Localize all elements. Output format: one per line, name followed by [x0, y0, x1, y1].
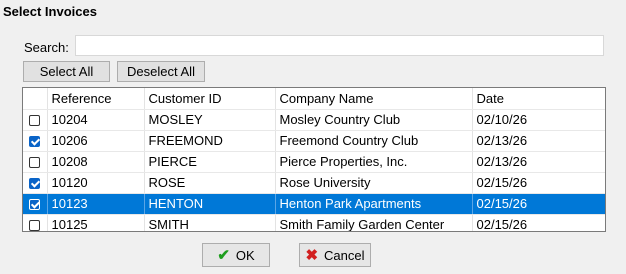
column-header-select[interactable]	[23, 88, 48, 110]
customer-id-cell: PIERCE	[144, 151, 276, 173]
column-header-company-name[interactable]: Company Name	[275, 88, 473, 110]
dialog-title: Select Invoices	[3, 4, 97, 19]
cancel-button[interactable]: ✖ Cancel	[299, 243, 371, 267]
row-select-cell	[23, 193, 48, 215]
reference-cell: 10204	[47, 109, 145, 131]
company-name-cell: Mosley Country Club	[275, 109, 473, 131]
column-header-date[interactable]: Date	[472, 88, 605, 110]
column-header-customer-id[interactable]: Customer ID	[144, 88, 276, 110]
ok-button-label: OK	[235, 247, 255, 263]
row-checkbox[interactable]	[29, 115, 41, 127]
date-cell: 02/10/26	[472, 109, 605, 131]
table-header-row: Reference Customer ID Company Name Date	[23, 88, 605, 110]
customer-id-cell: ROSE	[144, 172, 276, 194]
row-checkbox[interactable]	[29, 178, 41, 190]
table-row[interactable]: 10120 ROSE Rose University 02/15/26	[23, 172, 605, 194]
table-row[interactable]: 10208 PIERCE Pierce Properties, Inc. 02/13/…	[23, 151, 605, 173]
deselect-all-button[interactable]: Deselect All	[117, 61, 205, 82]
row-select-cell	[23, 109, 48, 131]
ok-button[interactable]: ✔ OK	[202, 243, 270, 267]
date-cell: 02/15/26	[472, 172, 605, 194]
row-checkbox[interactable]	[29, 136, 41, 148]
row-select-cell	[23, 214, 48, 231]
table-row[interactable]: 10204 MOSLEY Mosley Country Club 02/10/26	[23, 109, 605, 131]
table-row[interactable]: 10206 FREEMOND Freemond Country Club 02/13/…	[23, 130, 605, 152]
invoice-grid[interactable]: Reference Customer ID Company Name Date …	[22, 87, 606, 232]
row-select-cell	[23, 130, 48, 152]
row-checkbox[interactable]	[29, 220, 41, 231]
customer-id-cell: MOSLEY	[144, 109, 276, 131]
company-name-cell: Smith Family Garden Center	[275, 214, 473, 231]
row-checkbox[interactable]	[29, 199, 41, 211]
table-row[interactable]: 10125 SMITH Smith Family Garden Center 02/1…	[23, 214, 605, 231]
date-cell: 02/13/26	[472, 151, 605, 173]
invoice-table: Reference Customer ID Company Name Date …	[23, 88, 605, 231]
date-cell: 02/13/26	[472, 130, 605, 152]
customer-id-cell: HENTON	[144, 193, 276, 215]
x-icon: ✖	[305, 247, 319, 264]
company-name-cell: Henton Park Apartments	[275, 193, 473, 215]
row-checkbox[interactable]	[29, 157, 41, 169]
row-select-cell	[23, 172, 48, 194]
table-row[interactable]: 10123 HENTON Henton Park Apartments 02/15/2…	[23, 193, 605, 215]
row-select-cell	[23, 151, 48, 173]
date-cell: 02/15/26	[472, 193, 605, 215]
reference-cell: 10208	[47, 151, 145, 173]
company-name-cell: Pierce Properties, Inc.	[275, 151, 473, 173]
search-label: Search:	[24, 40, 69, 55]
search-input[interactable]	[75, 35, 604, 56]
select-all-button[interactable]: Select All	[23, 61, 110, 82]
reference-cell: 10206	[47, 130, 145, 152]
cancel-button-label: Cancel	[324, 247, 365, 263]
date-cell: 02/15/26	[472, 214, 605, 231]
reference-cell: 10123	[47, 193, 145, 215]
company-name-cell: Freemond Country Club	[275, 130, 473, 152]
company-name-cell: Rose University	[275, 172, 473, 194]
checkmark-icon: ✔	[217, 247, 230, 264]
customer-id-cell: SMITH	[144, 214, 276, 231]
reference-cell: 10120	[47, 172, 145, 194]
customer-id-cell: FREEMOND	[144, 130, 276, 152]
reference-cell: 10125	[47, 214, 145, 231]
column-header-reference[interactable]: Reference	[47, 88, 145, 110]
